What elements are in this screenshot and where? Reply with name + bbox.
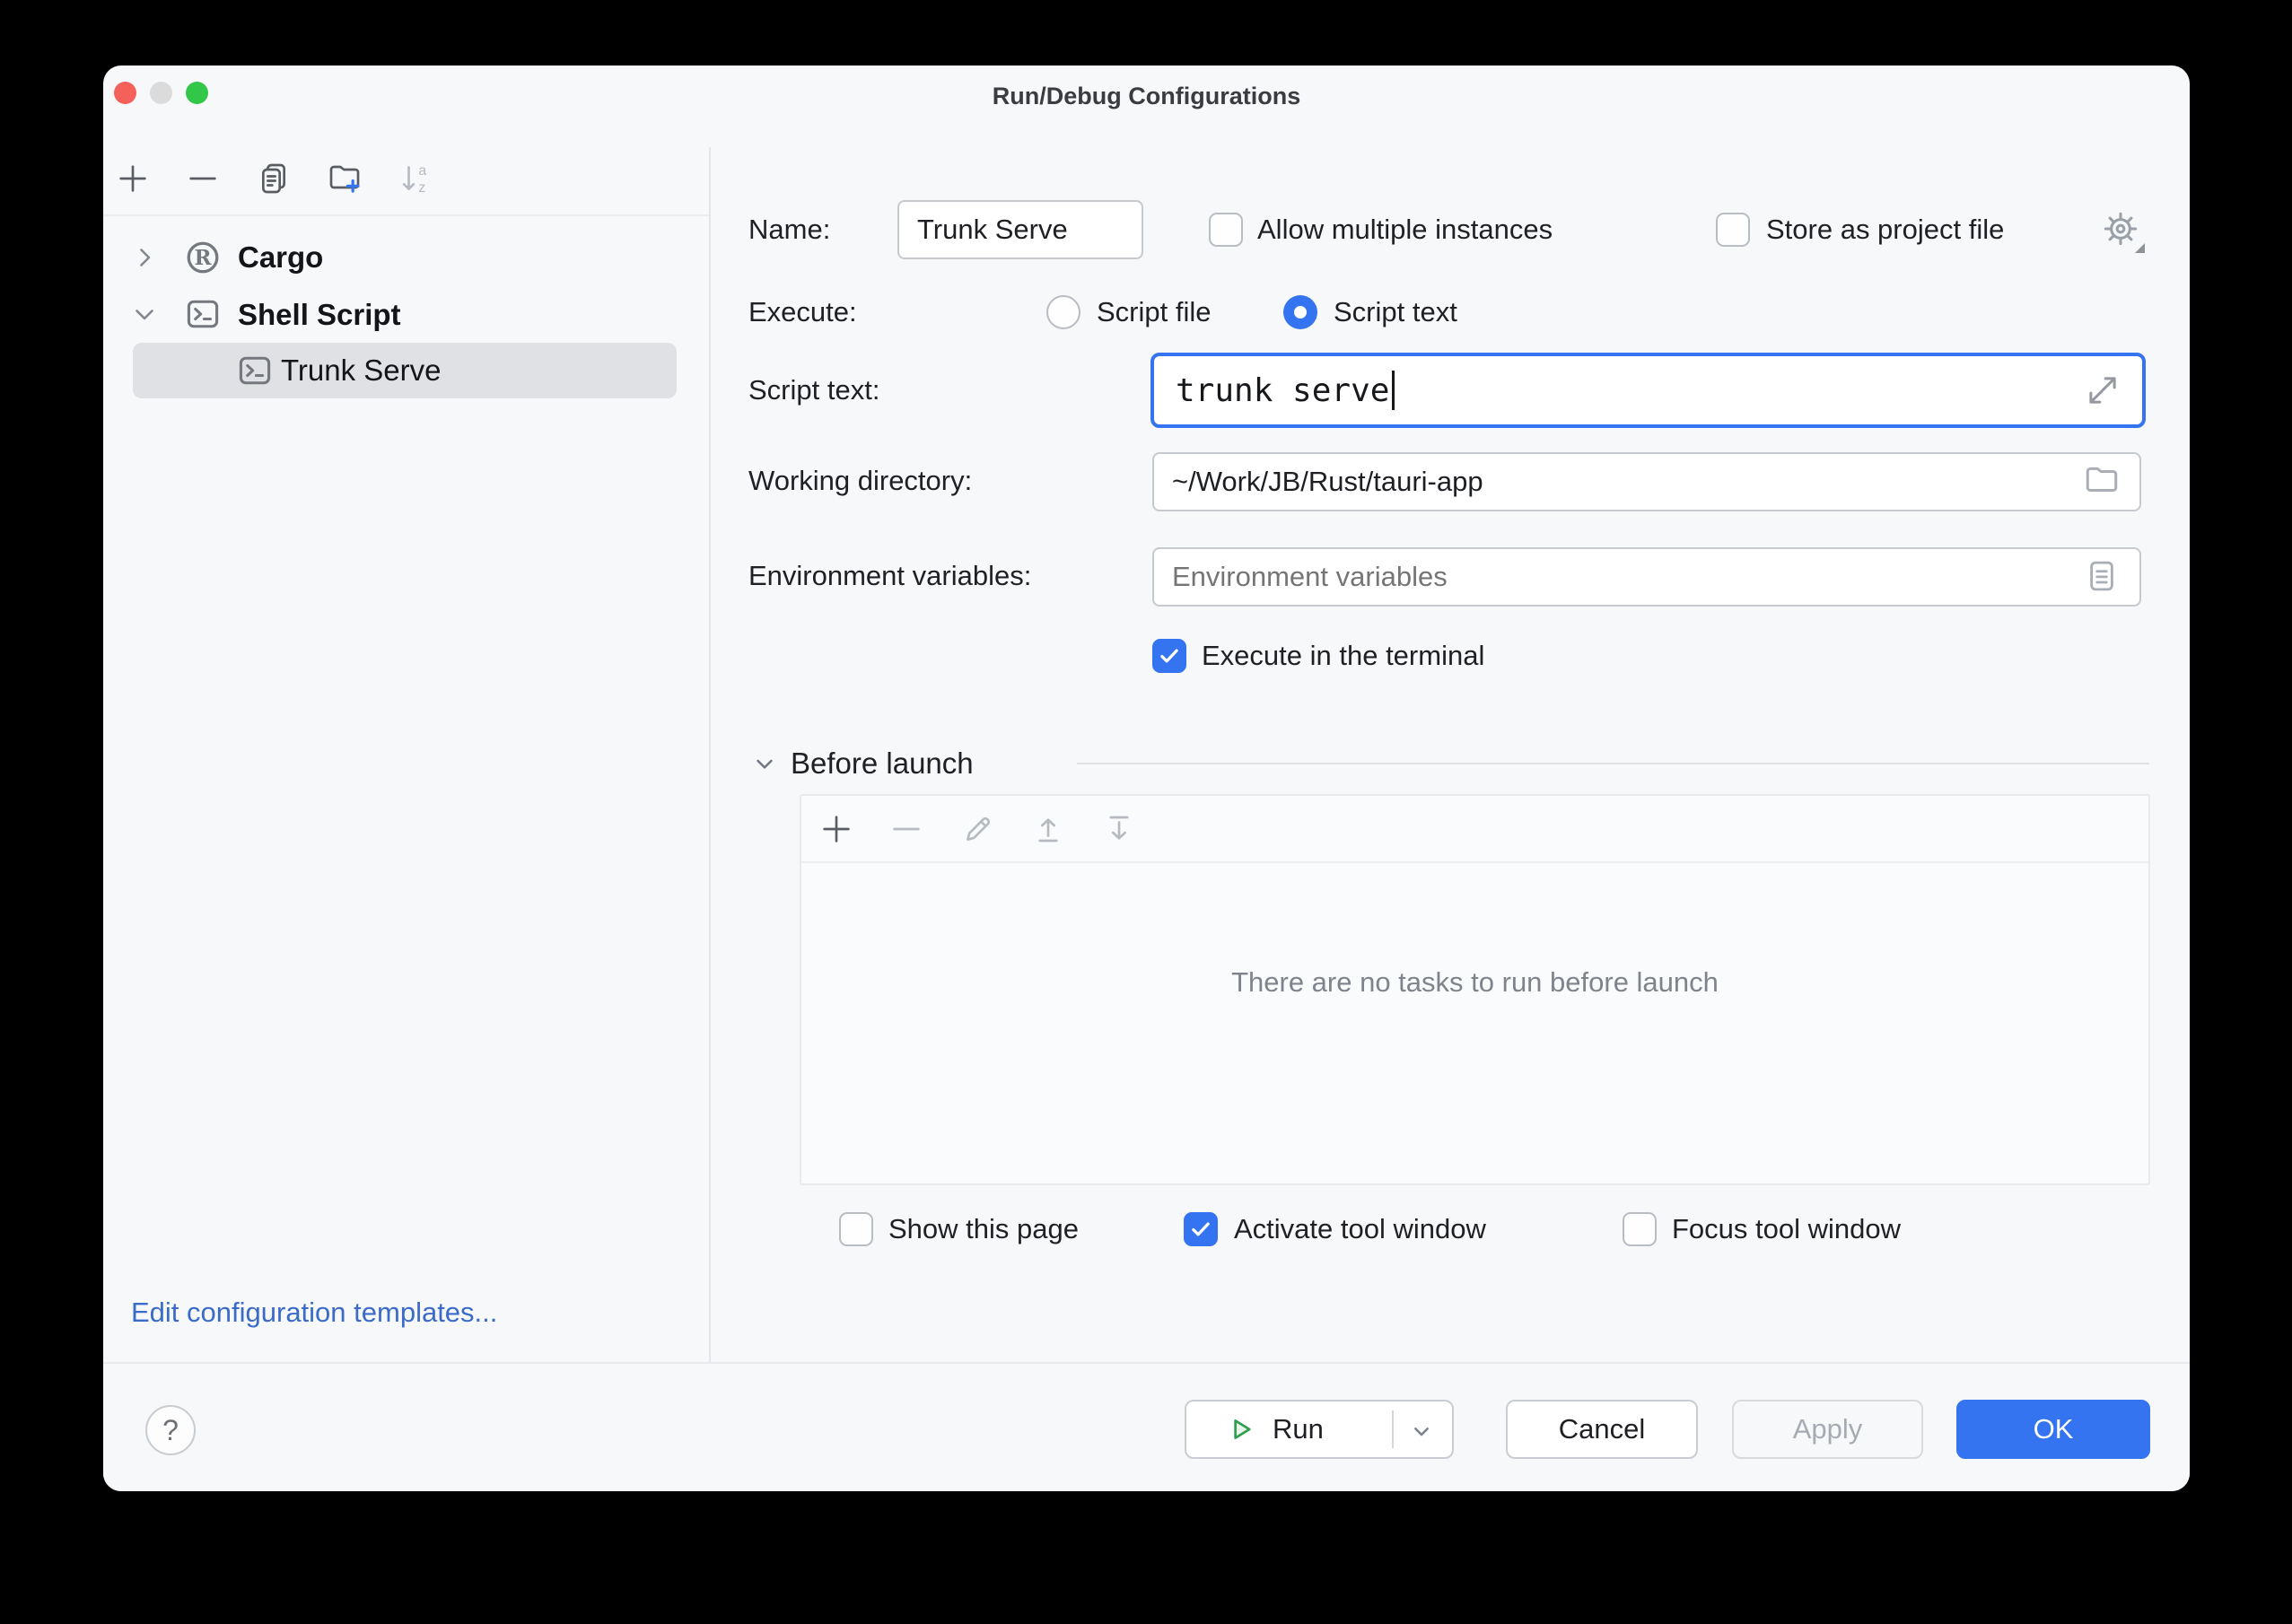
edit-configuration-templates-link[interactable]: Edit configuration templates... [131,1295,497,1331]
move-task-down-icon[interactable] [1101,811,1137,847]
show-this-page-checkbox[interactable] [839,1212,873,1246]
execute-in-terminal-label: Execute in the terminal [1202,638,1484,674]
focus-tool-window-label: Focus tool window [1672,1211,1901,1247]
window-title: Run/Debug Configurations [103,80,2190,112]
run-debug-configurations-dialog: Run/Debug Configurations a z [103,65,2190,1491]
before-launch-task-panel: There are no tasks to run before launch [800,794,2150,1185]
move-task-up-icon[interactable] [1030,811,1066,847]
name-input[interactable] [897,200,1143,259]
cancel-button[interactable]: Cancel [1506,1400,1698,1459]
ok-button[interactable]: OK [1956,1400,2150,1459]
show-this-page-label: Show this page [888,1211,1079,1247]
script-text-radio-label[interactable]: Script text [1334,294,1457,330]
script-file-radio-label[interactable]: Script file [1097,294,1211,330]
script-file-radio[interactable] [1046,295,1080,329]
shell-script-collapse-chevron-icon[interactable] [129,299,160,329]
checkmark-icon [1187,1216,1214,1243]
script-text-value: trunk serve [1176,372,1389,409]
ok-button-label: OK [2034,1413,2074,1445]
svg-text:R: R [194,246,212,270]
sidebar-item-trunk-serve[interactable]: Trunk Serve [133,343,677,398]
browse-folder-icon[interactable] [2083,462,2121,500]
add-configuration-icon[interactable] [115,161,151,196]
add-task-icon[interactable] [818,811,854,847]
play-icon [1226,1414,1256,1445]
new-folder-icon[interactable] [327,161,363,196]
sidebar-toolbar-divider [103,214,709,216]
env-list-icon[interactable] [2083,557,2121,595]
working-directory-label: Working directory: [748,463,972,499]
activate-tool-window-checkbox[interactable] [1184,1212,1218,1246]
before-launch-collapse-chevron-icon[interactable] [751,750,778,777]
apply-button[interactable]: Apply [1732,1400,1923,1459]
selected-configuration-label: Trunk Serve [281,352,442,389]
help-glyph: ? [162,1414,179,1447]
text-caret [1392,371,1395,410]
sort-configurations-icon[interactable]: a z [398,161,433,196]
allow-multiple-instances-checkbox[interactable] [1209,213,1243,247]
cancel-button-label: Cancel [1559,1413,1646,1445]
script-text-radio[interactable] [1283,295,1317,329]
shell-script-icon [183,294,223,334]
expand-field-icon[interactable] [2084,371,2121,409]
help-button[interactable]: ? [145,1405,196,1455]
apply-button-label: Apply [1793,1413,1863,1445]
sidebar-item-cargo[interactable]: Cargo [238,239,323,276]
cargo-expand-chevron-icon[interactable] [129,242,160,273]
svg-text:z: z [418,180,425,196]
sidebar-divider [709,147,711,1362]
shell-script-icon [235,351,275,390]
edit-task-icon[interactable] [960,811,996,847]
environment-variables-input[interactable] [1152,547,2141,607]
store-as-project-file-label: Store as project file [1766,212,2004,248]
environment-variables-label: Environment variables: [748,558,1031,594]
focus-tool-window-checkbox[interactable] [1623,1212,1657,1246]
svg-text:a: a [418,163,426,179]
remove-task-icon[interactable] [888,811,924,847]
checkmark-icon [1156,642,1183,669]
sidebar-item-shell-script[interactable]: Shell Script [238,296,401,334]
allow-multiple-instances-label: Allow multiple instances [1257,212,1553,248]
copy-configuration-icon[interactable] [256,161,292,196]
script-text-field-label: Script text: [748,372,879,408]
cargo-icon: R [183,238,223,277]
store-as-project-file-checkbox[interactable] [1716,213,1750,247]
execute-in-terminal-checkbox[interactable] [1152,639,1186,673]
activate-tool-window-label: Activate tool window [1234,1211,1486,1247]
before-launch-toolbar [801,796,2148,863]
before-launch-title[interactable]: Before launch [791,746,974,781]
execute-label: Execute: [748,294,857,330]
gear-dropdown-triangle-icon [2135,243,2145,253]
dialog-footer: ? Run Cancel Apply OK [103,1362,2190,1491]
run-options-chevron-icon[interactable] [1407,1417,1436,1445]
before-launch-rule [1077,763,2149,764]
name-label: Name: [748,212,830,248]
remove-configuration-icon[interactable] [185,161,221,196]
before-launch-empty-message: There are no tasks to run before launch [801,965,2148,1000]
script-text-input[interactable]: trunk serve [1150,353,2146,428]
run-split-divider [1392,1410,1394,1448]
run-button[interactable]: Run [1185,1400,1454,1459]
store-options-gear-icon[interactable] [2100,208,2141,249]
working-directory-input[interactable] [1152,452,2141,511]
run-button-label: Run [1273,1413,1324,1445]
